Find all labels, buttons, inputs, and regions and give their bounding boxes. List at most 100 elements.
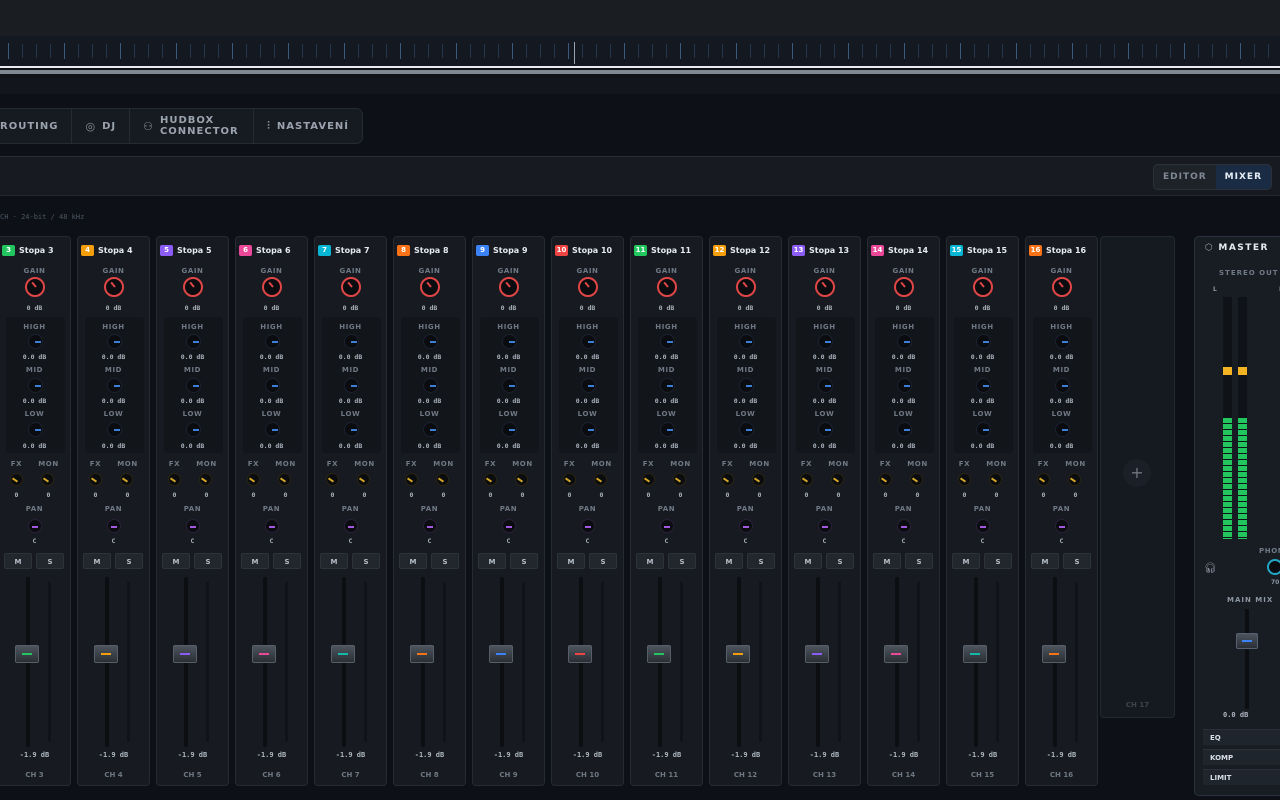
monitor-send-knob[interactable] xyxy=(989,473,1002,486)
solo-button[interactable]: S xyxy=(510,553,538,569)
eq-low-knob[interactable] xyxy=(660,422,675,437)
gain-knob[interactable] xyxy=(815,277,835,297)
solo-button[interactable]: S xyxy=(194,553,222,569)
channel-fader[interactable] xyxy=(489,645,513,663)
monitor-send-knob[interactable] xyxy=(120,473,133,486)
eq-high-knob[interactable] xyxy=(423,334,438,349)
channel-fader[interactable] xyxy=(173,645,197,663)
channel-name[interactable]: Stopa 9 xyxy=(493,246,528,255)
pan-knob[interactable] xyxy=(1055,519,1069,533)
channel-name[interactable]: Stopa 16 xyxy=(1046,246,1086,255)
nav-routing[interactable]: ROUTING xyxy=(0,109,73,143)
eq-low-knob[interactable] xyxy=(28,422,43,437)
channel-header[interactable]: 8 Stopa 8 xyxy=(394,243,465,257)
mute-button[interactable]: M xyxy=(399,553,427,569)
mute-button[interactable]: M xyxy=(636,553,664,569)
eq-low-knob[interactable] xyxy=(107,422,122,437)
eq-mid-knob[interactable] xyxy=(502,378,517,393)
fx-send-knob[interactable] xyxy=(800,473,813,486)
channel-name[interactable]: Stopa 11 xyxy=(651,246,691,255)
pan-knob[interactable] xyxy=(581,519,595,533)
monitor-send-knob[interactable] xyxy=(1068,473,1081,486)
gain-knob[interactable] xyxy=(657,277,677,297)
channel-name[interactable]: Stopa 8 xyxy=(414,246,449,255)
mute-button[interactable]: M xyxy=(557,553,585,569)
add-channel-button[interactable]: + xyxy=(1123,459,1151,487)
eq-low-knob[interactable] xyxy=(344,422,359,437)
monitor-send-knob[interactable] xyxy=(357,473,370,486)
scrollbar-thumb[interactable] xyxy=(0,70,1280,74)
solo-button[interactable]: S xyxy=(1063,553,1091,569)
solo-button[interactable]: S xyxy=(431,553,459,569)
eq-mid-knob[interactable] xyxy=(107,378,122,393)
channel-fader[interactable] xyxy=(15,645,39,663)
fx-send-knob[interactable] xyxy=(405,473,418,486)
monitor-send-knob[interactable] xyxy=(831,473,844,486)
channel-header[interactable]: 16 Stopa 16 xyxy=(1026,243,1097,257)
eq-mid-knob[interactable] xyxy=(1055,378,1070,393)
fx-send-knob[interactable] xyxy=(484,473,497,486)
eq-mid-knob[interactable] xyxy=(581,378,596,393)
pan-knob[interactable] xyxy=(28,519,42,533)
nav-hudbox-connector[interactable]: ⚇ HUDBOX CONNECTOR xyxy=(130,109,255,143)
solo-button[interactable]: S xyxy=(984,553,1012,569)
gain-knob[interactable] xyxy=(25,277,45,297)
monitor-send-knob[interactable] xyxy=(436,473,449,486)
pan-knob[interactable] xyxy=(502,519,516,533)
channel-fader[interactable] xyxy=(884,645,908,663)
eq-low-knob[interactable] xyxy=(502,422,517,437)
gain-knob[interactable] xyxy=(104,277,124,297)
eq-high-knob[interactable] xyxy=(344,334,359,349)
fx-send-knob[interactable] xyxy=(168,473,181,486)
eq-high-knob[interactable] xyxy=(660,334,675,349)
channel-fader[interactable] xyxy=(410,645,434,663)
eq-mid-knob[interactable] xyxy=(660,378,675,393)
add-channel-slot[interactable]: + CH 17 xyxy=(1100,236,1175,718)
channel-header[interactable]: 15 Stopa 15 xyxy=(947,243,1018,257)
nav-dj[interactable]: ◎ DJ xyxy=(72,109,131,143)
channel-fader[interactable] xyxy=(647,645,671,663)
eq-high-knob[interactable] xyxy=(739,334,754,349)
eq-high-knob[interactable] xyxy=(976,334,991,349)
fx-send-knob[interactable] xyxy=(958,473,971,486)
channel-header[interactable]: 4 Stopa 4 xyxy=(78,243,149,257)
monitor-send-knob[interactable] xyxy=(41,473,54,486)
eq-mid-knob[interactable] xyxy=(818,378,833,393)
pan-knob[interactable] xyxy=(897,519,911,533)
pan-knob[interactable] xyxy=(739,519,753,533)
monitor-send-knob[interactable] xyxy=(752,473,765,486)
channel-name[interactable]: Stopa 6 xyxy=(256,246,291,255)
eq-low-knob[interactable] xyxy=(1055,422,1070,437)
mute-button[interactable]: M xyxy=(715,553,743,569)
pan-knob[interactable] xyxy=(265,519,279,533)
mute-button[interactable]: M xyxy=(4,553,32,569)
eq-high-knob[interactable] xyxy=(107,334,122,349)
channel-name[interactable]: Stopa 7 xyxy=(335,246,370,255)
mute-button[interactable]: M xyxy=(478,553,506,569)
eq-high-knob[interactable] xyxy=(28,334,43,349)
gain-knob[interactable] xyxy=(1052,277,1072,297)
pan-knob[interactable] xyxy=(660,519,674,533)
channel-header[interactable]: 9 Stopa 9 xyxy=(473,243,544,257)
eq-mid-knob[interactable] xyxy=(423,378,438,393)
fx-send-knob[interactable] xyxy=(721,473,734,486)
solo-button[interactable]: S xyxy=(747,553,775,569)
channel-header[interactable]: 14 Stopa 14 xyxy=(868,243,939,257)
gain-knob[interactable] xyxy=(420,277,440,297)
solo-button[interactable]: S xyxy=(115,553,143,569)
fx-send-knob[interactable] xyxy=(879,473,892,486)
channel-header[interactable]: 10 Stopa 10 xyxy=(552,243,623,257)
channel-header[interactable]: 13 Stopa 13 xyxy=(789,243,860,257)
gain-knob[interactable] xyxy=(262,277,282,297)
channel-fader[interactable] xyxy=(94,645,118,663)
solo-button[interactable]: S xyxy=(273,553,301,569)
channel-header[interactable]: 5 Stopa 5 xyxy=(157,243,228,257)
pan-knob[interactable] xyxy=(423,519,437,533)
eq-low-knob[interactable] xyxy=(581,422,596,437)
channel-name[interactable]: Stopa 4 xyxy=(98,246,133,255)
solo-button[interactable]: S xyxy=(668,553,696,569)
timeline-ruler[interactable] xyxy=(0,36,1280,66)
channel-fader[interactable] xyxy=(805,645,829,663)
eq-mid-knob[interactable] xyxy=(28,378,43,393)
monitor-send-knob[interactable] xyxy=(278,473,291,486)
